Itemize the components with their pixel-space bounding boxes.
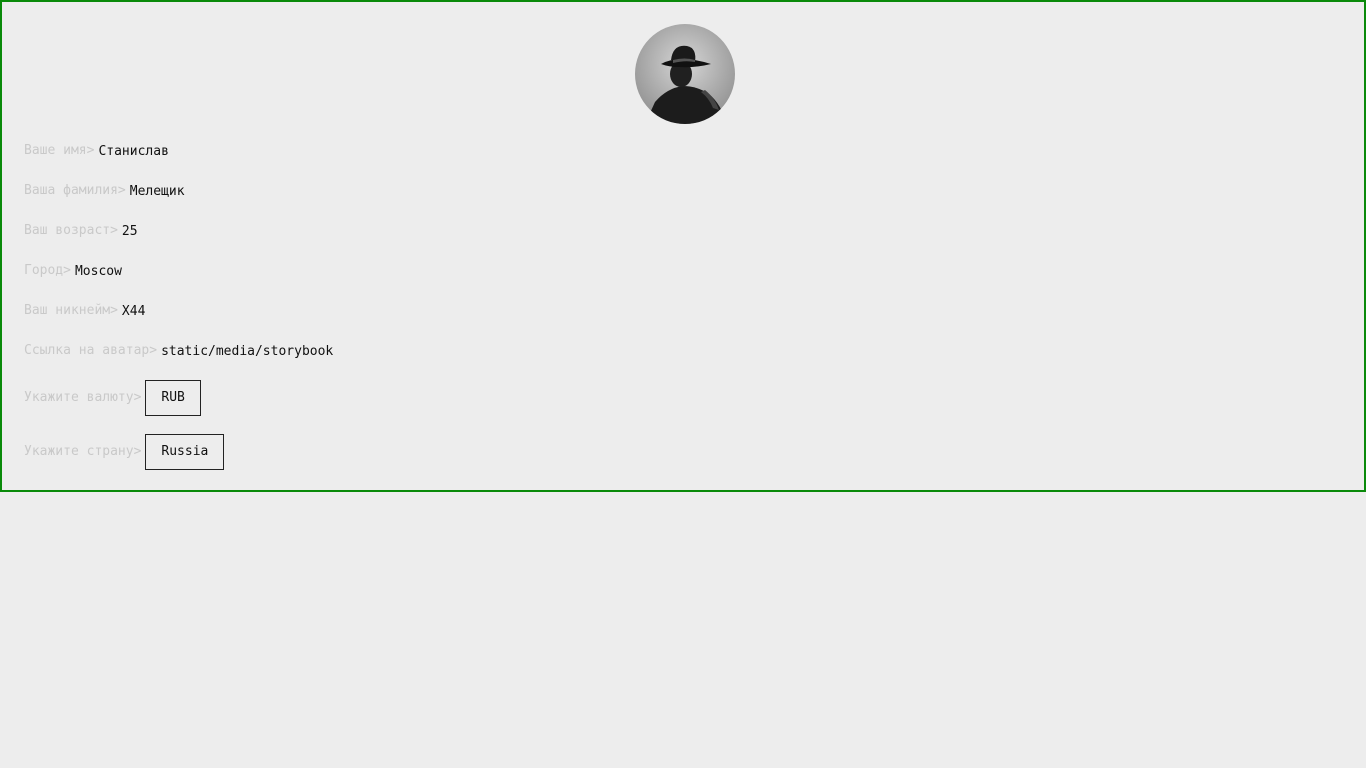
user-avatar-silhouette-icon — [635, 24, 735, 124]
avatar-link-label: Ссылка на аватар> — [24, 343, 158, 358]
first-name-label: Ваше имя> — [24, 143, 95, 158]
currency-select[interactable]: RUB — [145, 380, 201, 416]
profile-form: Ваше имя> Ваша фамилия> Ваш возраст> Гор… — [0, 0, 1366, 492]
first-name-input[interactable] — [98, 143, 399, 159]
age-row: Ваш возраст> — [24, 223, 422, 239]
avatar-link-input[interactable] — [161, 343, 352, 359]
first-name-row: Ваше имя> — [24, 143, 399, 159]
country-label: Укажите страну> — [24, 444, 142, 459]
currency-row: Укажите валюту> RUB — [24, 380, 201, 416]
nickname-row: Ваш никнейм> — [24, 303, 422, 319]
nickname-input[interactable] — [121, 303, 422, 319]
avatar — [635, 24, 735, 124]
avatar-link-row: Ссылка на аватар> — [24, 343, 352, 359]
last-name-input[interactable] — [129, 183, 430, 199]
age-label: Ваш возраст> — [24, 223, 118, 238]
last-name-label: Ваша фамилия> — [24, 183, 126, 198]
last-name-row: Ваша фамилия> — [24, 183, 430, 199]
country-row: Укажите страну> Russia — [24, 434, 225, 470]
nickname-label: Ваш никнейм> — [24, 303, 118, 318]
country-select[interactable]: Russia — [145, 434, 225, 470]
city-row: Город> — [24, 263, 375, 279]
city-label: Город> — [24, 263, 71, 278]
currency-label: Укажите валюту> — [24, 390, 142, 405]
age-input[interactable] — [121, 223, 422, 239]
currency-selected-value: RUB — [161, 390, 185, 405]
city-input[interactable] — [74, 263, 375, 279]
country-selected-value: Russia — [161, 444, 209, 459]
